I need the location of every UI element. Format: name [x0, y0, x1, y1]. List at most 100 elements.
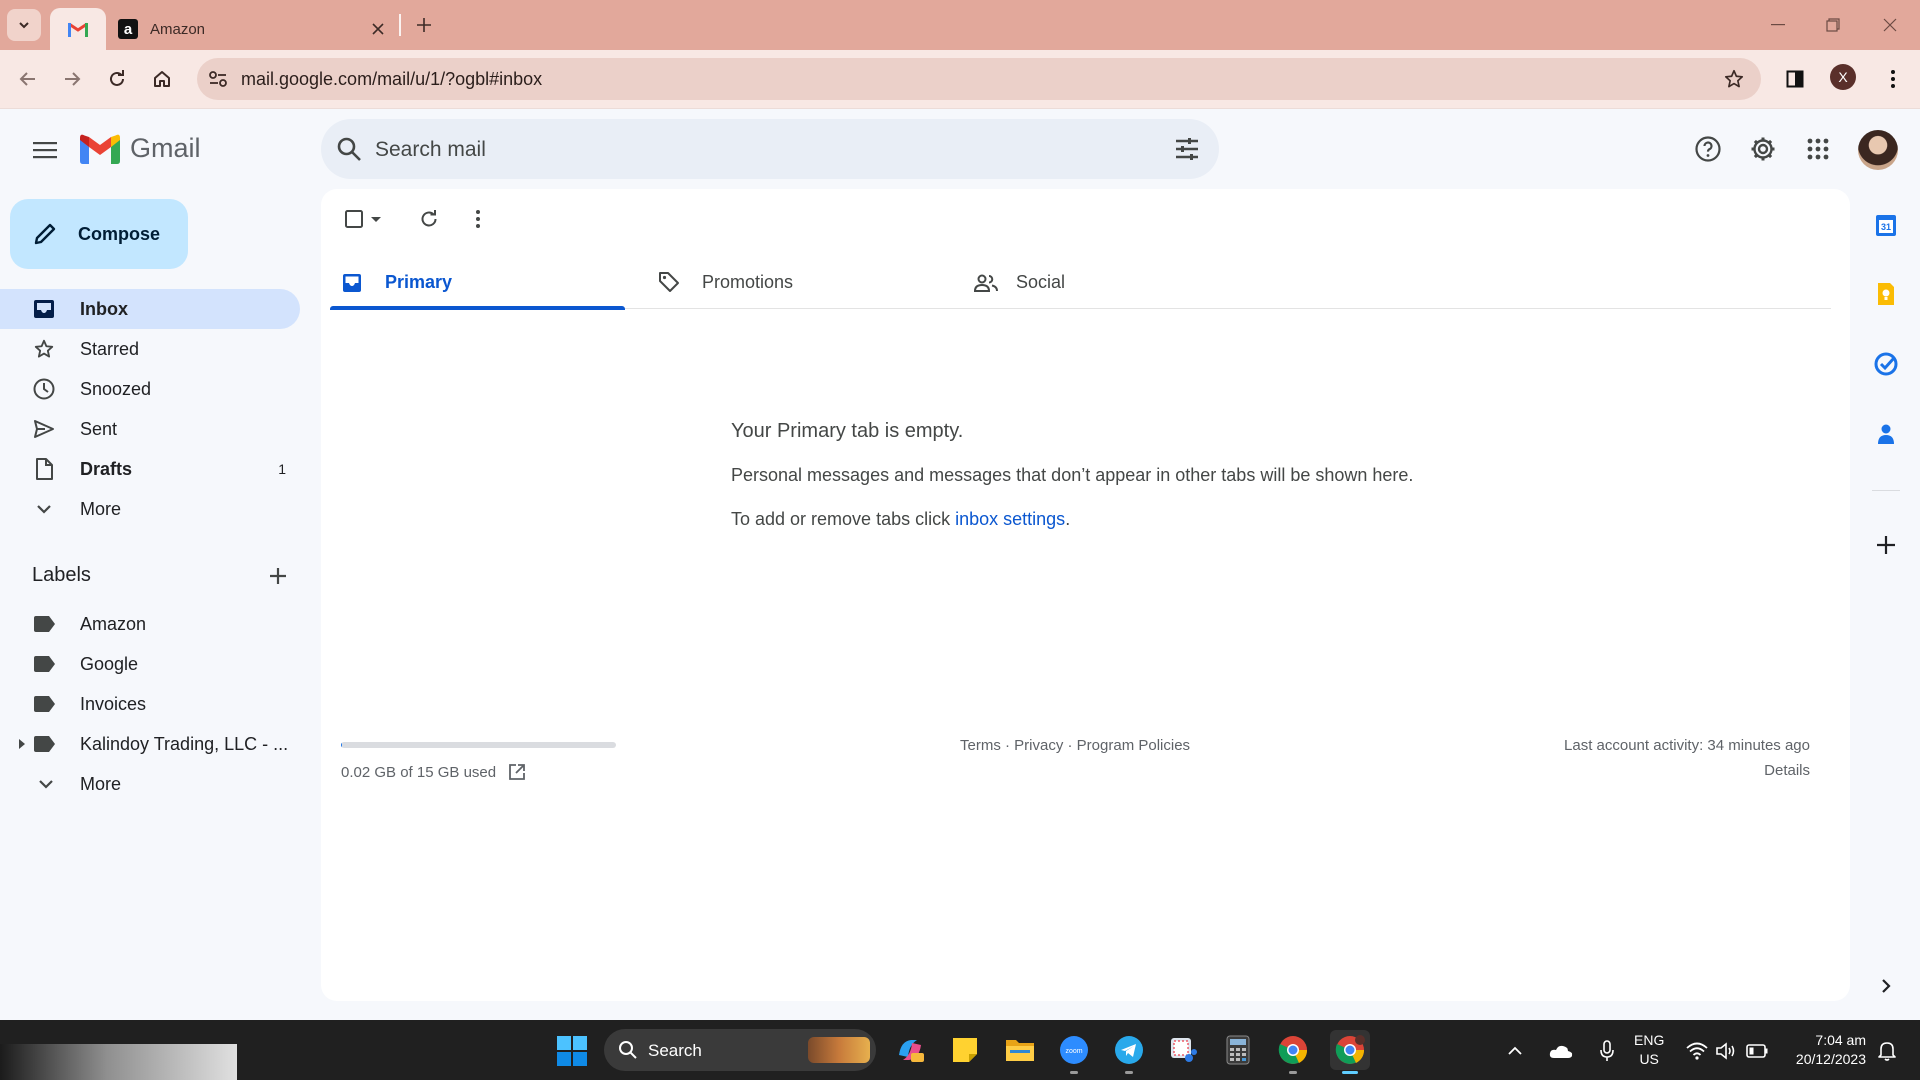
- account-avatar[interactable]: [1858, 130, 1898, 170]
- copilot-icon[interactable]: [892, 1032, 928, 1068]
- nav-item-sent[interactable]: Sent: [0, 409, 300, 449]
- expand-arrow-icon[interactable]: [18, 738, 26, 750]
- compose-button[interactable]: Compose: [10, 199, 188, 269]
- home-icon: [154, 71, 170, 87]
- browser-profile-avatar[interactable]: X: [1830, 64, 1856, 90]
- tab-label: Social: [1016, 272, 1066, 292]
- tab-promotions[interactable]: Promotions: [646, 257, 941, 309]
- tab-primary[interactable]: Primary: [330, 257, 625, 310]
- label-item-google[interactable]: Google: [0, 644, 300, 684]
- chrome-profile-icon[interactable]: [1330, 1030, 1370, 1074]
- keep-icon[interactable]: [1870, 278, 1902, 310]
- nav-item-starred[interactable]: Starred: [0, 329, 300, 369]
- activity-details-link[interactable]: Details: [1764, 762, 1810, 779]
- running-indicator: [1289, 1071, 1297, 1074]
- help-icon: [1695, 136, 1721, 162]
- compose-label: Compose: [78, 223, 161, 244]
- windows-start-icon[interactable]: [557, 1036, 587, 1066]
- google-apps-button[interactable]: [1797, 128, 1839, 170]
- search-icon[interactable]: [335, 135, 363, 163]
- microphone-icon[interactable]: [1594, 1038, 1620, 1064]
- inbox-icon: [32, 298, 56, 320]
- minimize-button[interactable]: [1758, 10, 1798, 40]
- tab-gmail[interactable]: [50, 8, 106, 50]
- wifi-icon[interactable]: [1684, 1038, 1710, 1064]
- support-button[interactable]: [1687, 128, 1729, 170]
- bookmark-star-icon[interactable]: [1723, 68, 1745, 90]
- add-icon[interactable]: [1870, 529, 1902, 561]
- site-info-icon[interactable]: [207, 68, 229, 90]
- calendar-icon[interactable]: 31: [1870, 209, 1902, 241]
- select-checkbox[interactable]: [339, 202, 387, 236]
- refresh-button[interactable]: [412, 202, 446, 236]
- input-language[interactable]: ENG US: [1634, 1031, 1664, 1069]
- chevron-right-icon[interactable]: [1870, 970, 1902, 1002]
- nav-item-drafts[interactable]: Drafts 1: [0, 449, 300, 489]
- volume-icon[interactable]: [1714, 1038, 1740, 1064]
- inbox-settings-link[interactable]: inbox settings: [955, 509, 1065, 529]
- plus-icon: [417, 18, 431, 32]
- tasks-icon[interactable]: [1870, 348, 1902, 380]
- search-options-icon[interactable]: [1173, 135, 1201, 163]
- telegram-icon[interactable]: [1111, 1032, 1147, 1074]
- send-icon: [32, 418, 56, 440]
- label-item-invoices[interactable]: Invoices: [0, 684, 300, 724]
- nav-item-inbox[interactable]: Inbox: [0, 289, 300, 329]
- battery-icon[interactable]: [1744, 1038, 1770, 1064]
- tab-search-button[interactable]: [7, 9, 41, 41]
- tab-separator: [399, 14, 401, 36]
- chrome-icon[interactable]: [1275, 1032, 1311, 1074]
- label-item-kalindoy[interactable]: Kalindoy Trading, LLC - ...: [0, 724, 300, 764]
- footer-links[interactable]: Terms · Privacy · Program Policies: [960, 737, 1190, 754]
- close-tab-icon[interactable]: [367, 18, 389, 40]
- reload-button[interactable]: [100, 62, 134, 96]
- nav-item-snoozed[interactable]: Snoozed: [0, 369, 300, 409]
- taskbar-widget-thumbnail[interactable]: [0, 1044, 237, 1080]
- restore-button[interactable]: [1813, 10, 1853, 40]
- settings-button[interactable]: [1742, 128, 1784, 170]
- nav-item-more[interactable]: More: [0, 489, 300, 529]
- open-in-new-icon[interactable]: [508, 763, 526, 781]
- main-menu-button[interactable]: [22, 127, 68, 173]
- snipping-tool-icon[interactable]: [1165, 1032, 1201, 1068]
- address-bar[interactable]: mail.google.com/mail/u/1/?ogbl#inbox: [197, 58, 1761, 100]
- label-item-amazon[interactable]: Amazon: [0, 604, 300, 644]
- gmail-logo[interactable]: Gmail: [80, 133, 201, 164]
- close-window-button[interactable]: [1870, 10, 1910, 40]
- search-bar[interactable]: Search mail: [321, 119, 1219, 179]
- system-clock[interactable]: 7:04 am 20/12/2023: [1782, 1031, 1866, 1069]
- back-button[interactable]: [11, 62, 45, 96]
- zoom-icon[interactable]: zoom: [1056, 1032, 1092, 1074]
- calculator-icon[interactable]: [1220, 1032, 1256, 1068]
- browser-menu-button[interactable]: [1876, 62, 1910, 96]
- side-panel-divider: [1872, 490, 1900, 491]
- caret-down-icon: [371, 217, 381, 222]
- new-tab-button[interactable]: [410, 11, 438, 39]
- more-actions-button[interactable]: [461, 202, 495, 236]
- side-panel-button[interactable]: [1778, 62, 1812, 96]
- svg-text:31: 31: [1881, 222, 1891, 232]
- minimize-icon: [1771, 24, 1785, 26]
- labels-more[interactable]: More: [0, 764, 300, 804]
- close-icon: [1883, 18, 1897, 32]
- notifications-bell-icon[interactable]: [1874, 1038, 1900, 1064]
- file-explorer-icon[interactable]: [1002, 1032, 1038, 1068]
- search-highlight-image: [808, 1037, 870, 1063]
- url-text[interactable]: mail.google.com/mail/u/1/?ogbl#inbox: [241, 69, 542, 90]
- search-input[interactable]: Search mail: [375, 138, 486, 162]
- tab-amazon[interactable]: a Amazon: [112, 8, 395, 50]
- label-tag-icon: [34, 616, 56, 632]
- onedrive-icon[interactable]: [1548, 1038, 1574, 1064]
- nav-count: 1: [278, 461, 286, 477]
- contacts-icon[interactable]: [1870, 418, 1902, 450]
- forward-button[interactable]: [55, 62, 89, 96]
- home-button[interactable]: [145, 62, 179, 96]
- browser-tabstrip: a Amazon: [0, 0, 1920, 50]
- empty-state-message: Personal messages and messages that don’…: [731, 465, 1414, 485]
- show-hidden-icons[interactable]: [1502, 1038, 1528, 1064]
- sticky-notes-icon[interactable]: [947, 1032, 983, 1068]
- create-label-button[interactable]: [264, 562, 292, 590]
- nav-label: Starred: [80, 338, 140, 359]
- taskbar-search[interactable]: Search: [604, 1029, 876, 1071]
- tab-social[interactable]: Social: [962, 257, 1257, 309]
